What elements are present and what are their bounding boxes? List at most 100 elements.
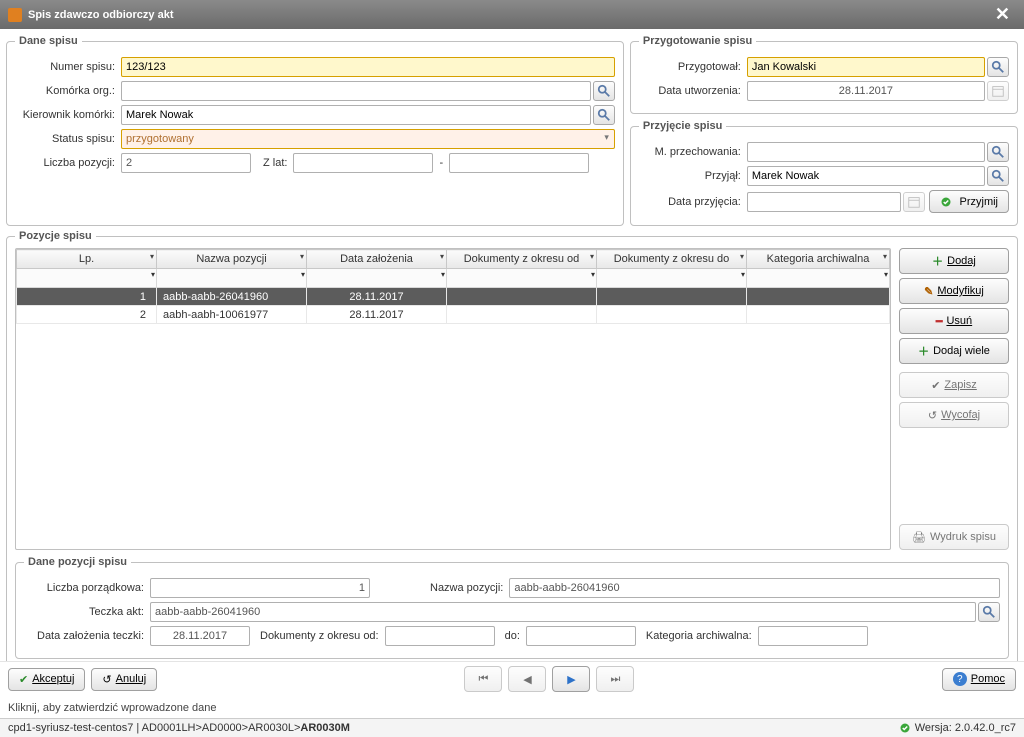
dodaj-button[interactable]: ＋Dodaj xyxy=(899,248,1009,274)
przygotowal-input[interactable] xyxy=(747,57,985,77)
dp-do-label: do: xyxy=(505,630,520,642)
przyjecie-group: Przyjęcie spisu M. przechowania: Przyjął… xyxy=(630,120,1018,226)
przygotowanie-legend: Przygotowanie spisu xyxy=(639,35,756,47)
data-utw-label: Data utworzenia: xyxy=(639,85,741,97)
komorka-label: Komórka org.: xyxy=(15,85,115,97)
status-ok-icon xyxy=(899,722,911,734)
dane-spisu-group: Dane spisu Numer spisu: Komórka org.: Ki… xyxy=(6,35,624,226)
zlat-from-input xyxy=(293,153,433,173)
table-row[interactable]: 2aabh-aabh-1006197728.11.2017 xyxy=(17,306,890,324)
nav-first-button[interactable]: ⏮ xyxy=(464,666,502,692)
dodaj-wiele-label: Dodaj wiele xyxy=(933,345,990,357)
status-hint: Kliknij, aby zatwierdzić wprowadzone dan… xyxy=(0,698,1024,718)
column-filter-input[interactable] xyxy=(447,269,596,287)
close-icon[interactable]: ✕ xyxy=(989,4,1016,25)
przyjmij-button[interactable]: Przyjmij xyxy=(929,190,1010,213)
dp-do-input xyxy=(526,626,636,646)
column-header[interactable]: Dokumenty z okresu od▾ xyxy=(447,250,597,269)
akceptuj-button[interactable]: ✔Akceptuj xyxy=(8,668,85,691)
dp-teczka-label: Teczka akt: xyxy=(24,606,144,618)
pomoc-label: Pomoc xyxy=(971,673,1005,685)
wydruk-button[interactable]: 🖨Wydruk spisu xyxy=(899,524,1009,550)
pozycje-group: Pozycje spisu Lp.▾Nazwa pozycji▾Data zał… xyxy=(6,230,1018,661)
column-filter-input[interactable] xyxy=(597,269,746,287)
anuluj-label: Anuluj xyxy=(116,673,147,685)
dane-pozycji-legend: Dane pozycji spisu xyxy=(24,556,131,568)
przygotowal-label: Przygotował: xyxy=(639,61,741,73)
column-header[interactable]: Kategoria archiwalna▾ xyxy=(747,250,890,269)
status-select[interactable]: przygotowany xyxy=(121,129,615,149)
column-filter-input[interactable] xyxy=(17,269,156,287)
dp-od-input xyxy=(385,626,495,646)
dane-spisu-legend: Dane spisu xyxy=(15,35,82,47)
mprzech-label: M. przechowania: xyxy=(639,146,741,158)
zapisz-label: Zapisz xyxy=(944,379,976,391)
column-header[interactable]: Dokumenty z okresu do▾ xyxy=(597,250,747,269)
app-icon xyxy=(8,8,22,22)
column-header[interactable]: Nazwa pozycji▾ xyxy=(157,250,307,269)
numer-spisu-label: Numer spisu: xyxy=(15,61,115,73)
dodaj-label: Dodaj xyxy=(947,255,976,267)
wycofaj-button[interactable]: ↺Wycofaj xyxy=(899,402,1009,428)
zlat-label: Z lat: xyxy=(263,157,287,169)
przyjmij-label: Przyjmij xyxy=(960,196,999,208)
column-filter-input[interactable] xyxy=(307,269,446,287)
dp-data-input xyxy=(150,626,250,646)
komorka-input[interactable] xyxy=(121,81,591,101)
mprzech-lookup-icon[interactable] xyxy=(987,142,1009,162)
table-row[interactable]: 1aabb-aabb-2604196028.11.2017 xyxy=(17,288,890,306)
data-utw-input xyxy=(747,81,985,101)
title-bar: Spis zdawczo odbiorczy akt ✕ xyxy=(0,0,1024,29)
akceptuj-label: Akceptuj xyxy=(32,673,74,685)
nav-last-button[interactable]: ⏭ xyxy=(596,666,634,692)
anuluj-button[interactable]: ↺Anuluj xyxy=(91,668,157,691)
zlat-to-input xyxy=(449,153,589,173)
column-header[interactable]: Lp.▾ xyxy=(17,250,157,269)
footer-path: cpd1-syriusz-test-centos7 | AD0001LH>AD0… xyxy=(8,722,350,734)
dp-lp-input xyxy=(150,578,370,598)
status-label: Status spisu: xyxy=(15,133,115,145)
przyjal-input[interactable] xyxy=(747,166,985,186)
modyfikuj-label: Modyfikuj xyxy=(937,285,983,297)
pomoc-button[interactable]: ?Pomoc xyxy=(942,668,1016,691)
przyjal-lookup-icon[interactable] xyxy=(987,166,1009,186)
przygotowanie-group: Przygotowanie spisu Przygotował: Data ut… xyxy=(630,35,1018,114)
wydruk-label: Wydruk spisu xyxy=(930,531,996,543)
dp-nazwa-input xyxy=(509,578,1000,598)
pozycje-legend: Pozycje spisu xyxy=(15,230,96,242)
liczba-input xyxy=(121,153,251,173)
mprzech-input[interactable] xyxy=(747,142,985,162)
przyjal-label: Przyjął: xyxy=(639,170,741,182)
przygotowal-lookup-icon[interactable] xyxy=(987,57,1009,77)
zapisz-button[interactable]: ✔Zapisz xyxy=(899,372,1009,398)
footer-version: Wersja: 2.0.42.0_rc7 xyxy=(899,722,1016,734)
column-filter-input[interactable] xyxy=(157,269,306,287)
data-prz-input xyxy=(747,192,901,212)
dane-pozycji-group: Dane pozycji spisu Liczba porządkowa: Na… xyxy=(15,556,1009,659)
dp-nazwa-label: Nazwa pozycji: xyxy=(430,582,503,594)
numer-spisu-input[interactable] xyxy=(121,57,615,77)
komorka-lookup-icon[interactable] xyxy=(593,81,615,101)
dp-kat-input xyxy=(758,626,868,646)
data-utw-calendar-icon xyxy=(987,81,1009,101)
column-filter-input[interactable] xyxy=(747,269,889,287)
data-prz-label: Data przyjęcia: xyxy=(639,196,741,208)
wycofaj-label: Wycofaj xyxy=(941,409,980,421)
dp-teczka-lookup-icon[interactable] xyxy=(978,602,1000,622)
modyfikuj-button[interactable]: ✎Modyfikuj xyxy=(899,278,1009,304)
pozycje-table[interactable]: Lp.▾Nazwa pozycji▾Data założenia▾Dokumen… xyxy=(15,248,891,550)
usun-label: Usuń xyxy=(946,315,972,327)
usun-button[interactable]: ━Usuń xyxy=(899,308,1009,334)
column-header[interactable]: Data założenia▾ xyxy=(307,250,447,269)
window-title: Spis zdawczo odbiorczy akt xyxy=(28,9,173,21)
dp-teczka-input xyxy=(150,602,976,622)
dp-lp-label: Liczba porządkowa: xyxy=(24,582,144,594)
kierownik-lookup-icon[interactable] xyxy=(593,105,615,125)
nav-prev-button[interactable]: ◀ xyxy=(508,666,546,692)
przyjecie-legend: Przyjęcie spisu xyxy=(639,120,727,132)
nav-next-button[interactable]: ▶ xyxy=(552,666,590,692)
zlat-sep: - xyxy=(439,157,443,169)
dodaj-wiele-button[interactable]: ＋Dodaj wiele xyxy=(899,338,1009,364)
kierownik-input[interactable] xyxy=(121,105,591,125)
kierownik-label: Kierownik komórki: xyxy=(15,109,115,121)
